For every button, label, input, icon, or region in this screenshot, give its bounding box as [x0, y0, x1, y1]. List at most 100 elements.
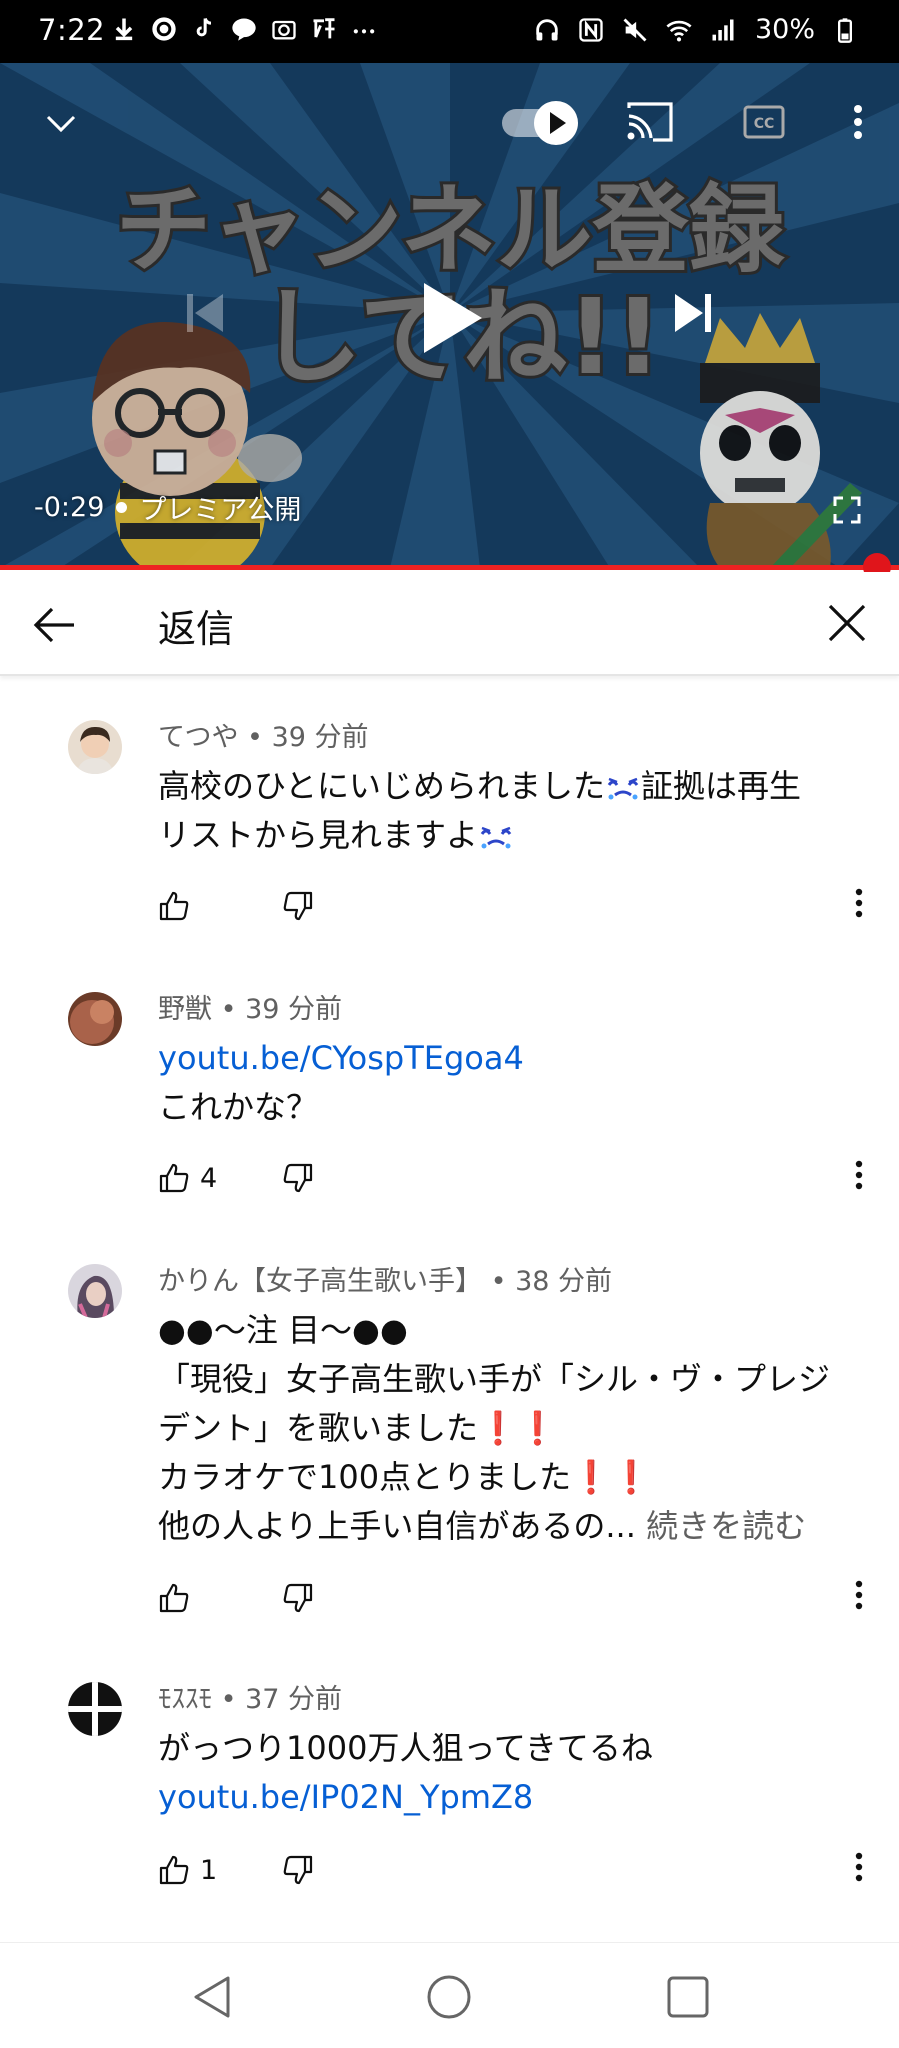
comment-time: 39 分前 [245, 994, 343, 1025]
comment-text-segment: 証拠は再生 [641, 767, 802, 805]
comment-author[interactable]: かりん【女子高生歌い手】 [158, 1266, 482, 1297]
more-vert-icon[interactable] [846, 99, 870, 145]
video-time-info: -0:29 プレミア公開 [34, 488, 301, 527]
system-nav-bar [0, 1942, 899, 2048]
captions-icon[interactable]: CC [742, 101, 786, 143]
svg-text:CC: CC [754, 116, 775, 132]
comment-actions [158, 888, 878, 930]
fullscreen-icon[interactable] [830, 493, 864, 527]
avatar[interactable] [68, 720, 122, 774]
comment-more-icon[interactable] [854, 1160, 872, 1198]
dislike-icon[interactable] [282, 1582, 314, 1614]
avatar[interactable] [68, 1682, 122, 1736]
exclamation-icon: ❗❗ [478, 1409, 558, 1447]
thumbnail-title-line1: チャンネル登録 [115, 174, 785, 286]
download-icon [110, 14, 138, 44]
battery-percent: 30% [754, 14, 815, 45]
back-arrow-icon[interactable] [30, 600, 80, 650]
comment-time: 38 分前 [515, 1266, 613, 1297]
autoplay-toggle[interactable] [500, 97, 582, 149]
comment-text-line: デント」を歌いました❗❗ [158, 1404, 859, 1453]
comment-author[interactable]: てつや [158, 722, 238, 753]
replies-title: 返信 [158, 607, 235, 651]
like-count: 1 [200, 1855, 218, 1886]
meta-separator: • [212, 994, 246, 1025]
nfc-icon [577, 15, 605, 45]
replies-header: 返信 [0, 572, 899, 676]
exclamation-icon: ❗❗ [571, 1458, 651, 1496]
comment-text: これかな？ [158, 1088, 319, 1126]
play-icon[interactable] [412, 273, 492, 363]
comment-text: ●●～注 目～●● 「現役」女子高生歌い手が「シル・ヴ・プレジ デント」を歌いま… [158, 1306, 859, 1551]
comment-author[interactable]: 野獣 [158, 994, 212, 1025]
progress-bar[interactable] [0, 565, 899, 570]
comment-text-line: 「現役」女子高生歌い手が「シル・ヴ・プレジ [158, 1360, 831, 1398]
line-icon [230, 14, 258, 44]
meta-separator: • [482, 1266, 516, 1297]
comment-more-icon[interactable] [854, 888, 872, 926]
comment-text: 高校のひとにいじめられました 証拠は再生 リストから見れますよ [158, 762, 859, 860]
status-time: 7:22 [38, 13, 106, 47]
comment-text-line: 他の人より上手い自信があるの... 続きを読む [158, 1502, 859, 1551]
close-icon[interactable] [822, 598, 872, 648]
angry-face-icon [478, 815, 514, 849]
comment-link[interactable]: youtu.be/CYospTEgoa4 [158, 1034, 859, 1083]
comment-text-segment: カラオケで100点とりました [158, 1458, 572, 1496]
cast-icon[interactable] [624, 99, 674, 145]
comment-text-line: カラオケで100点とりました❗❗ [158, 1453, 859, 1502]
meta-separator: • [238, 722, 272, 753]
more-notifications-icon [350, 14, 378, 44]
comment-actions: 1 [158, 1852, 878, 1894]
comment-author[interactable]: ﾓｽｽﾓ [158, 1684, 212, 1715]
time-remaining: -0:29 [34, 492, 105, 523]
dislike-icon[interactable] [282, 1854, 314, 1886]
comment-text-segment: 高校のひとにいじめられました [158, 767, 606, 805]
comment-time: 39 分前 [271, 722, 369, 753]
comment-text-segment: 他の人より上手い自信があるの... [158, 1507, 636, 1545]
read-more-link[interactable]: 続きを読む [646, 1507, 806, 1545]
camera-icon [270, 14, 298, 44]
previous-icon[interactable] [180, 288, 230, 338]
like-icon[interactable] [158, 1162, 190, 1194]
nav-home-icon[interactable] [419, 1967, 479, 2027]
nav-recents-icon[interactable] [658, 1967, 718, 2027]
comment-text-segment: デント」を歌いました [158, 1409, 479, 1447]
premiere-label: プレミア公開 [139, 495, 302, 526]
comment-text: がっつり1000万人狙ってきてるね [158, 1729, 653, 1767]
video-player[interactable]: チャンネル登録 してね!! CC -0:29 プレミア公開 [0, 63, 899, 568]
comment-actions [158, 1580, 878, 1622]
battery-icon [831, 15, 859, 45]
status-bar: 7:22 30% [0, 0, 899, 63]
sync-icon [150, 14, 178, 44]
comment-text-line: ●●～注 目～●● [158, 1311, 408, 1349]
nav-back-icon[interactable] [182, 1967, 242, 2027]
like-icon[interactable] [158, 1582, 190, 1614]
headphones-icon [533, 15, 561, 45]
dislike-icon[interactable] [282, 1162, 314, 1194]
comment-meta: てつや • 39 分前 [158, 720, 859, 756]
tiktok-icon [190, 14, 218, 44]
app-icon [310, 14, 338, 44]
wifi-icon [665, 15, 693, 45]
angry-face-icon [605, 766, 641, 800]
character-right [700, 313, 862, 568]
comment-meta: かりん【女子高生歌い手】 • 38 分前 [158, 1264, 859, 1300]
dislike-icon[interactable] [282, 890, 314, 922]
comment-more-icon[interactable] [854, 1852, 872, 1890]
comment-link[interactable]: youtu.be/IP02N_YpmZ8 [158, 1773, 859, 1822]
comment-meta: ﾓｽｽﾓ • 37 分前 [158, 1682, 859, 1718]
collapse-chevron-icon[interactable] [40, 103, 82, 145]
comment-meta: 野獣 • 39 分前 [158, 992, 859, 1028]
signal-icon [709, 15, 737, 45]
meta-separator: • [212, 1684, 246, 1715]
comment-actions: 4 [158, 1160, 878, 1202]
next-icon[interactable] [668, 288, 718, 338]
comment-more-icon[interactable] [854, 1580, 872, 1618]
avatar[interactable] [68, 1264, 122, 1318]
comment-text-segment: リストから見れますよ [158, 816, 479, 854]
avatar[interactable] [68, 992, 122, 1046]
like-icon[interactable] [158, 1854, 190, 1886]
separator-dot [116, 502, 128, 513]
like-icon[interactable] [158, 890, 190, 922]
comment-time: 37 分前 [245, 1684, 343, 1715]
